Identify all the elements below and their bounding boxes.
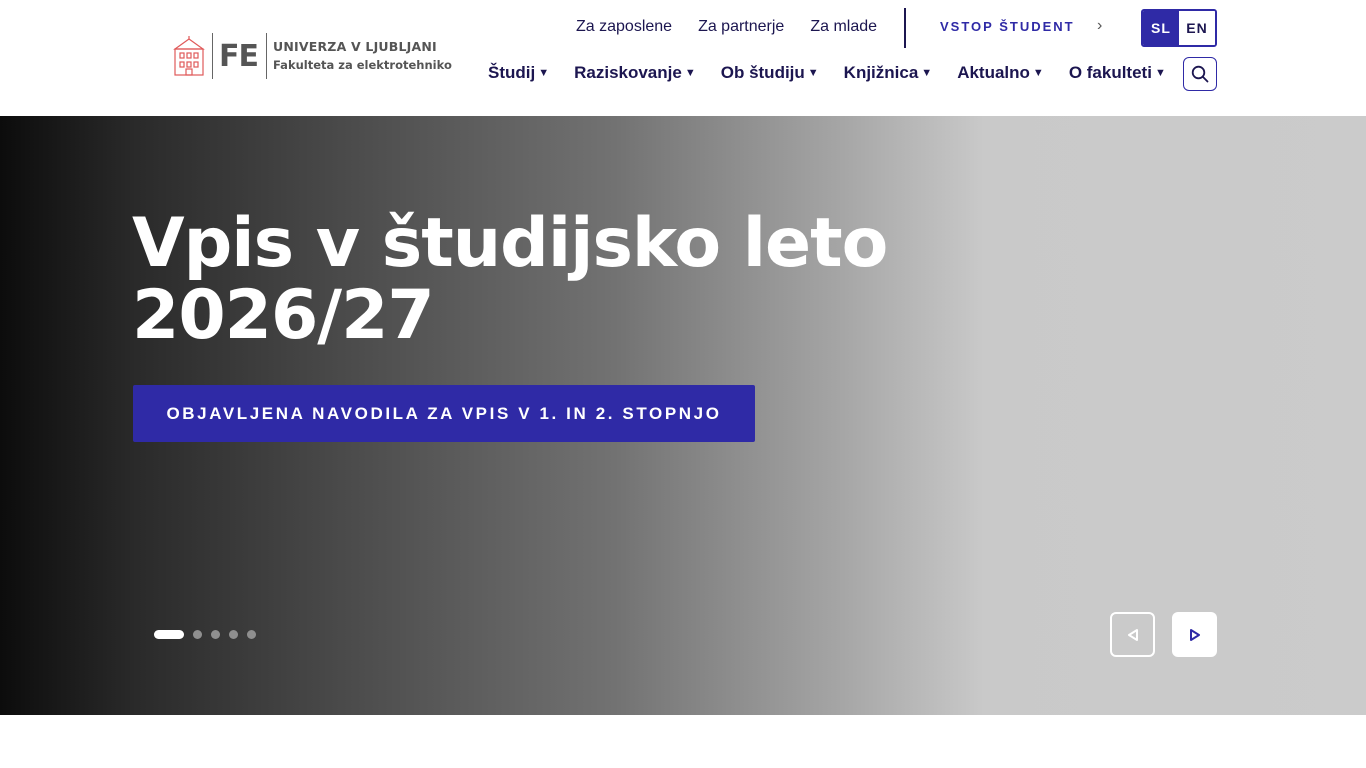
nav-label: Knjižnica (843, 63, 919, 82)
caret-down-icon: ▼ (1032, 67, 1044, 79)
student-login-link[interactable]: VSTOP ŠTUDENT (940, 19, 1075, 34)
logo-divider (266, 33, 267, 79)
language-switcher: SL EN (1141, 9, 1217, 47)
hero-title: Vpis v študijsko leto 2026/27 (132, 204, 888, 355)
nav-item-knjiznica[interactable]: Knjižnica ▼ (844, 63, 933, 83)
nav-label: Ob študiju (720, 63, 805, 82)
caret-down-icon: ▼ (921, 67, 933, 79)
caret-down-icon: ▼ (538, 67, 550, 79)
search-button[interactable] (1183, 57, 1217, 91)
top-link-za-mlade[interactable]: Za mlade (810, 17, 877, 37)
building-logo-icon (173, 36, 205, 76)
nav-label: Raziskovanje (574, 63, 682, 82)
site-header: FE UNIVERZA V LJUBLJANI Fakulteta za ele… (0, 0, 1366, 116)
top-divider (904, 8, 906, 48)
lang-sl-button[interactable]: SL (1143, 11, 1179, 45)
nav-label: Aktualno (957, 63, 1030, 82)
slider-next-button[interactable] (1172, 612, 1217, 657)
slider-dot-1[interactable] (154, 630, 184, 639)
slider-prev-button[interactable] (1110, 612, 1155, 657)
logo-faculty: Fakulteta za elektrotehniko (273, 58, 452, 72)
top-links: Za zaposlene Za partnerje Za mlade (576, 17, 903, 37)
top-link-za-partnerje[interactable]: Za partnerje (698, 17, 784, 37)
slider-dot-3[interactable] (211, 630, 220, 639)
nav-item-studij[interactable]: Študij ▼ (488, 63, 549, 83)
play-right-icon (1189, 628, 1200, 641)
logo-abbr: FE (219, 38, 259, 74)
logo-text: UNIVERZA V LJUBLJANI Fakulteta za elektr… (273, 38, 452, 74)
slider-dot-5[interactable] (247, 630, 256, 639)
caret-down-icon: ▼ (1154, 67, 1166, 79)
faculty-logo[interactable]: FE UNIVERZA V LJUBLJANI Fakulteta za ele… (172, 31, 452, 81)
slider-dot-2[interactable] (193, 630, 202, 639)
top-link-za-zaposlene[interactable]: Za zaposlene (576, 17, 672, 37)
main-nav: Študij ▼ Raziskovanje ▼ Ob študiju ▼ Knjižn… (488, 63, 1191, 83)
chevron-right-icon[interactable]: › (1097, 17, 1102, 35)
nav-item-o-fakulteti[interactable]: O fakulteti ▼ (1069, 63, 1166, 83)
play-left-icon (1127, 628, 1138, 641)
hero-slider: Vpis v študijsko leto 2026/27 OBJAVLJENA… (0, 116, 1366, 715)
slider-dots (154, 630, 265, 639)
nav-label: Študij (488, 63, 536, 82)
search-icon (1191, 65, 1209, 83)
nav-label: O fakulteti (1068, 63, 1152, 82)
nav-item-aktualno[interactable]: Aktualno ▼ (957, 63, 1044, 83)
hero-cta-button[interactable]: OBJAVLJENA NAVODILA ZA VPIS V 1. IN 2. S… (133, 385, 755, 442)
slider-dot-4[interactable] (229, 630, 238, 639)
nav-item-ob-studiju[interactable]: Ob študiju ▼ (721, 63, 819, 83)
logo-university: UNIVERZA V LJUBLJANI (273, 39, 437, 54)
caret-down-icon: ▼ (684, 67, 696, 79)
nav-item-raziskovanje[interactable]: Raziskovanje ▼ (574, 63, 696, 83)
lang-en-button[interactable]: EN (1179, 11, 1215, 45)
logo-divider (212, 33, 213, 79)
caret-down-icon: ▼ (807, 67, 819, 79)
